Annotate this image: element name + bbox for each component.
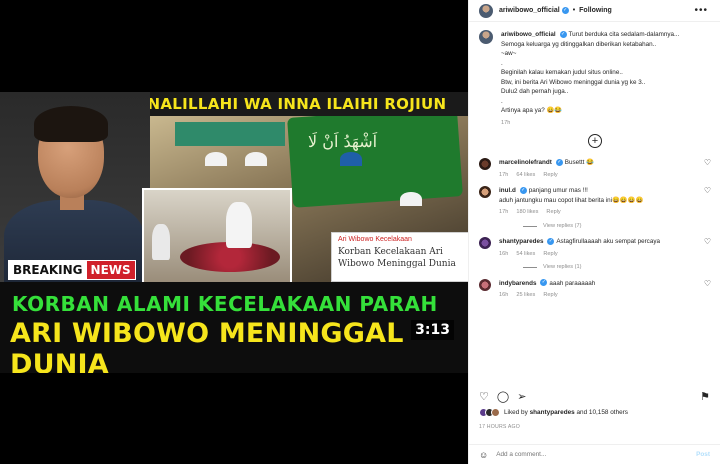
comments-scroll[interactable]: ariwibowo_official ✓ Turut berduka cita … [469,30,720,382]
comment-likes[interactable]: 180 likes [516,208,538,218]
reply-button[interactable]: Reply [546,208,560,218]
caption-username[interactable]: ariwibowo_official [501,31,556,38]
verified-badge-icon: ✓ [519,186,527,194]
heart-icon[interactable]: ♡ [704,186,711,231]
heart-icon[interactable]: ♡ [704,158,711,180]
coffin-cloth [287,106,463,208]
comment-icon[interactable]: ◯ [497,390,509,403]
reply-button[interactable]: Reply [543,171,557,181]
grave-person [226,202,252,248]
liked-by-others[interactable]: and 10,158 others [576,409,628,416]
video-thumbnail[interactable]: اَشْهَدُ اَنْ لَا INALILLAHI WA INNA ILA… [0,92,468,373]
avatar[interactable] [479,237,491,249]
video-banner: INALILLAHI WA INNA ILAIHI ROJIUN [120,92,468,116]
comment-likes[interactable]: 25 likes [516,291,535,301]
reply-button[interactable]: Reply [543,291,557,301]
comment-likes[interactable]: 54 likes [516,250,535,260]
bookmark-icon[interactable]: ⚑ [700,390,710,403]
verified-badge-icon: ✓ [561,7,569,14]
post-header: ariwibowo_official ✓ • Following ••• [469,0,720,22]
cap [340,152,362,166]
caption-text: Turut berduka cita sedalam-dalamnya... S… [501,31,680,114]
grave-child [152,224,170,260]
heart-icon[interactable]: ♡ [704,279,711,301]
comment-text: aaah paraaaaah [549,279,596,287]
view-replies-button[interactable]: View replies (1) [523,263,700,273]
liked-by-prefix: Liked by [504,409,528,416]
arabic-text: اَشْهَدُ اَنْ لَا [308,132,378,151]
share-icon[interactable]: ➢ [517,390,526,403]
caption-row: ariwibowo_official ✓ Turut berduka cita … [469,30,720,128]
headline-line-2: ARI WIBOWO MENINGGAL DUNIA [10,318,404,373]
reply-button[interactable]: Reply [543,250,557,260]
avatar[interactable] [479,158,491,170]
verified-badge-icon: ✓ [559,30,567,38]
post-side-panel: ariwibowo_official ✓ • Following ••• ari… [468,0,720,464]
breaking-label: BREAKING [9,261,87,279]
post-media[interactable]: اَشْهَدُ اَنْ لَا INALILLAHI WA INNA ILA… [0,0,468,464]
avatar[interactable] [479,3,493,18]
verified-badge-icon: ✓ [547,237,555,245]
comment-time: 16h [499,250,509,257]
avatar [491,408,500,417]
avatar[interactable] [479,278,491,291]
post-actions: ♡ ◯ ➢ ⚑ [479,388,710,404]
view-replies-label: View replies (1) [543,264,582,270]
post-comment-button[interactable]: Post [696,451,710,458]
view-replies-button[interactable]: View replies (7) [523,222,700,232]
emoji-icon[interactable]: ☺ [479,450,488,460]
comment-likes[interactable]: 64 likes [516,171,535,181]
comment-row: marcelinolefrandt ✓ Busettt 😂 17h 64 like… [469,158,720,180]
news-card-tag: Ari Wibowo Kecelakaan [338,236,412,243]
verified-badge-icon: ✓ [540,279,548,287]
news-card: Ari Wibowo Kecelakaan Korban Kecelakaan … [331,232,468,282]
mosque-wall [175,122,285,146]
banner-text: INALILLAHI WA INNA ILAIHI ROJIUN [141,95,447,113]
comment-row: indybarends ✓ aaah paraaaaah 16h 25 likes… [469,278,720,301]
like-icon[interactable]: ♡ [479,390,489,403]
verified-badge-icon: ✓ [555,158,563,166]
comment-username[interactable]: marcelinolefrandt [499,159,552,166]
headline-line-1: KORBAN ALAMI KECELAKAAN PARAH [12,292,438,316]
comment-username[interactable]: inul.d [499,187,516,194]
liker-avatars [479,408,500,417]
heart-icon[interactable]: ♡ [704,237,711,273]
cap [205,152,227,166]
view-replies-label: View replies (7) [543,222,582,229]
caption-time: 17h [501,119,511,126]
breaking-news-badge: BREAKING NEWS [8,260,136,280]
post-time-ago: 17 HOURS AGO [479,424,521,430]
avatar[interactable] [479,186,491,198]
comment-row: inul.d ✓ panjang umur mas !!! aduh jantu… [469,186,720,231]
likes-summary: Liked by shantyparedes and 10,158 others [479,408,628,417]
add-comment-bar: ☺ Post [469,444,720,464]
comment-text: Busettt 😂 [564,159,594,166]
following-button[interactable]: Following [579,7,612,14]
separator: • [572,7,576,14]
video-duration: 3:13 [411,320,454,340]
person-photo [0,92,150,290]
comment-time: 17h [499,209,509,215]
cap [400,192,422,206]
hair [34,106,108,142]
video-headline: KORBAN ALAMI KECELAKAAN PARAH ARI WIBOWO… [0,282,468,373]
news-label: NEWS [86,261,135,279]
news-card-title: Korban Kecelakaan Ari Wibowo Meninggal D… [338,247,456,269]
load-more-comments-icon[interactable]: + [588,134,602,148]
comment-row: shantyparedes ✓ Astagfirullaaaah aku sem… [469,237,720,273]
comment-text: Astagfirullaaaah aku sempat percaya [556,238,660,245]
comment-time: 17h [499,171,509,178]
comment-username[interactable]: indybarends [499,280,536,287]
avatar[interactable] [479,30,493,44]
liked-by-user[interactable]: shantyparedes [530,409,575,416]
more-options-icon[interactable]: ••• [694,5,708,16]
header-username[interactable]: ariwibowo_official [499,7,560,14]
comment-input[interactable] [496,451,697,458]
comment-username[interactable]: shantyparedes [499,238,543,245]
comment-time: 16h [499,292,509,298]
cap [245,152,267,166]
